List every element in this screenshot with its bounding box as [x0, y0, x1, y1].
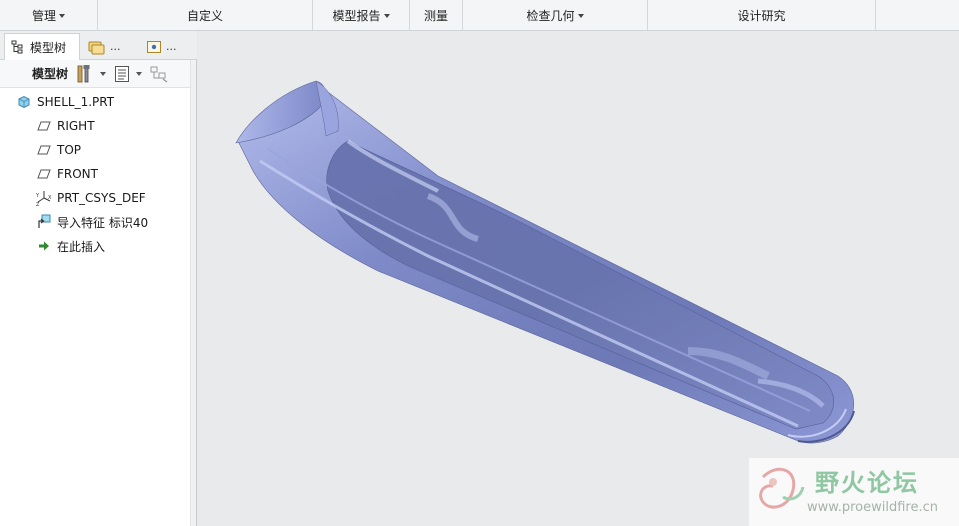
chevron-down-icon — [136, 71, 143, 76]
ribbon-group-manage[interactable]: 管理 — [0, 0, 98, 31]
tree-item-label: SHELL_1.PRT — [37, 95, 115, 109]
tree-item-label: RIGHT — [57, 119, 95, 133]
settings-tools-icon — [76, 64, 94, 84]
svg-text:Z: Z — [36, 202, 40, 206]
model-tree-icon — [11, 40, 25, 54]
shell-part-model[interactable] — [198, 31, 959, 526]
ribbon-group-label: 检查几何 — [526, 9, 575, 23]
svg-text:Y: Y — [36, 193, 40, 199]
chevron-down-icon — [577, 14, 584, 18]
ribbon-group-label: 设计研究 — [737, 9, 786, 23]
ribbon-group-measure[interactable]: 测量 — [410, 0, 463, 31]
forum-logo-icon — [753, 462, 809, 525]
ribbon-group-label: 自定义 — [186, 9, 223, 23]
tree-item-top[interactable]: TOP — [36, 139, 81, 161]
tree-item-import-feature[interactable]: 导入特征 标识40 — [36, 211, 148, 233]
datum-plane-icon — [36, 166, 52, 182]
coordinate-system-icon: Y X Z — [36, 190, 52, 206]
tab-favorites[interactable]: ... — [140, 33, 190, 60]
tree-item-front[interactable]: FRONT — [36, 163, 98, 185]
tab-label: 模型树 — [30, 40, 67, 55]
tree-item-label: FRONT — [57, 167, 98, 181]
model-tree-toolbar: 模型树 — [0, 60, 190, 88]
chevron-down-icon — [383, 14, 390, 18]
tree-item-insert-here[interactable]: 在此插入 — [36, 235, 105, 257]
ribbon-group-bar: 管理 自定义 模型报告 测量 检查几何 设计研究 — [0, 0, 959, 31]
ribbon-group-label: 测量 — [423, 9, 448, 23]
tree-item-label: 导入特征 标识40 — [57, 215, 149, 230]
ribbon-group-model-report[interactable]: 模型报告 — [313, 0, 410, 31]
filter-button[interactable] — [150, 63, 170, 85]
navigator-tabs: 模型树 ... ... — [0, 31, 197, 60]
show-list-icon — [114, 65, 130, 83]
watermark-title: 野火论坛 — [815, 469, 919, 497]
tab-folder-browser[interactable]: ... — [82, 33, 136, 60]
model-tree-title: 模型树 — [32, 67, 69, 81]
part-icon — [16, 94, 32, 110]
forum-watermark: 野火论坛 www.proewildfire.cn — [749, 458, 959, 526]
svg-text:X: X — [48, 195, 52, 201]
navigator-panel: 模型树 ... ... 模型树 SHELL_1.PRT RIGHT TOP FR… — [0, 31, 197, 526]
graphics-window[interactable] — [198, 31, 959, 526]
filter-icon — [150, 65, 170, 83]
tab-label: ... — [110, 40, 121, 53]
insert-here-arrow-icon — [36, 238, 52, 254]
tree-item-label: 在此插入 — [57, 239, 106, 254]
ribbon-group-customize[interactable]: 自定义 — [98, 0, 313, 31]
watermark-url: www.proewildfire.cn — [807, 500, 938, 515]
tab-model-tree[interactable]: 模型树 — [4, 33, 80, 60]
ribbon-group-inspect-geometry[interactable]: 检查几何 — [463, 0, 648, 31]
tree-item-label: TOP — [57, 143, 82, 157]
ribbon-group-design-study[interactable]: 设计研究 — [648, 0, 876, 31]
datum-plane-icon — [36, 142, 52, 158]
favorites-icon — [146, 39, 162, 55]
chevron-down-icon — [100, 71, 107, 76]
datum-plane-icon — [36, 118, 52, 134]
tree-item-right[interactable]: RIGHT — [36, 115, 95, 137]
folder-browser-icon — [88, 39, 106, 55]
tree-item-label: PRT_CSYS_DEF — [57, 191, 146, 205]
chevron-down-icon — [59, 14, 65, 18]
import-feature-icon — [36, 214, 52, 230]
ribbon-group-label: 模型报告 — [332, 9, 381, 23]
ribbon-group-label: 管理 — [31, 9, 56, 23]
navigator-scrollbar[interactable] — [190, 60, 196, 526]
tree-item-csys[interactable]: Y X Z PRT_CSYS_DEF — [36, 187, 146, 209]
show-button[interactable] — [114, 63, 143, 85]
settings-button[interactable] — [76, 63, 107, 85]
tab-label: ... — [166, 40, 177, 53]
tree-item-part[interactable]: SHELL_1.PRT — [16, 91, 114, 113]
